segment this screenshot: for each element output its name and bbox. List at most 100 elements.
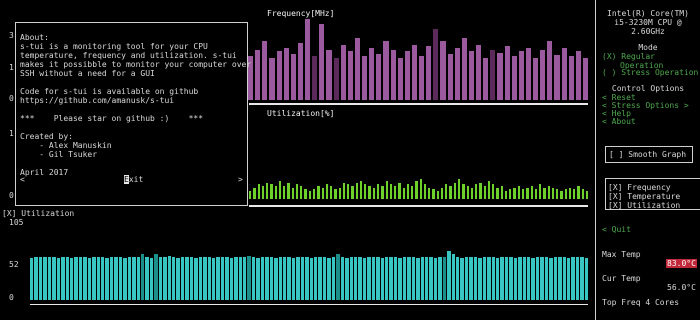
bottom-util-bar [220,256,225,300]
bottom-util-bar [358,257,362,300]
util-bar [295,184,299,199]
temperature-checkbox[interactable]: [X] Temperature [608,192,680,201]
cur-temp-label: Cur Temp [602,274,641,283]
bottom-y-min: 0 [9,293,14,302]
bottom-graph-baseline [30,304,588,305]
about-line: Created by: [20,132,73,141]
utilization-side-checkbox[interactable]: [X] Utilization [608,201,680,210]
about-line: makes it possibble to monitor your compu… [20,60,252,69]
freq-bar [269,58,275,100]
bottom-util-bar [482,257,487,300]
bottom-util-bar [207,257,211,300]
bottom-util-bar [65,257,69,300]
util-bar [249,190,252,199]
bottom-util-bar [553,257,558,300]
bottom-util-bar [353,256,358,300]
bottom-util-bar [584,258,589,300]
bottom-util-bar [52,257,56,300]
freq-bar [582,58,588,100]
util-bar [419,179,422,199]
util-bar [347,184,350,199]
bottom-util-bar [229,258,234,300]
bottom-util-bar [380,258,384,300]
freq-bar [347,51,353,100]
bottom-util-bar [251,257,256,300]
freq-bar [397,58,403,100]
util-bar [351,185,354,199]
util-bar [274,185,277,199]
cpu-name-line1: Intel(R) Core(TM) [607,9,689,18]
bottom-util-bar [509,257,513,300]
util-bar [445,184,448,199]
bottom-util-bar [575,256,580,300]
util-bar [325,184,329,199]
bottom-util-bar [371,256,376,300]
smooth-graph-checkbox[interactable]: [ ] Smooth Graph [609,150,686,159]
mode-title: Mode [638,43,658,52]
util-bar [522,189,525,199]
util-bar [406,184,410,199]
bottom-util-bar [411,257,416,300]
quit-button[interactable]: < Quit [602,225,631,234]
util-bar [539,184,542,199]
bottom-util-bar [416,258,420,300]
freq-y-min: 0 [9,94,14,103]
util-bar [266,182,269,199]
bottom-util-bar [558,256,562,300]
bottom-util-bar [314,257,318,300]
cur-temp-value: 56.0°C [667,283,696,292]
bottom-util-bar [83,257,87,300]
exit-button[interactable]: Exit [124,175,143,184]
bottom-util-bar [265,256,269,300]
freq-bar [511,56,517,100]
about-line [20,159,248,168]
about-dialog: About: s-tui is a monitoring tool for you… [15,22,252,206]
util-bar [308,190,311,199]
util-bar [278,180,282,199]
util-bar [492,184,495,199]
freq-bar [362,56,368,100]
util-bar [283,185,286,199]
bottom-util-bar [327,258,331,300]
frequency-checkbox[interactable]: [X] Frequency [608,183,671,192]
bottom-util-bar [478,258,482,300]
freq-bar [276,51,282,100]
bottom-util-bar [43,257,47,300]
bottom-util-bar [38,257,43,300]
util-bar [568,187,572,199]
bottom-util-bar [30,258,34,300]
mode-regular-radio[interactable]: (X) Regular [602,52,655,61]
bottom-util-bar [580,257,584,300]
util-bar [479,182,482,199]
util-bar [428,187,431,199]
bottom-util-bar [247,255,251,300]
bottom-util-bar [167,255,171,300]
bottom-util-bar [234,257,238,300]
bottom-util-bar [447,251,451,300]
cpu-name-line2: i5-3230M CPU @ [614,18,682,27]
bottom-util-bar [172,257,176,300]
freq-graph-baseline [249,103,588,105]
bottom-util-bar [225,257,229,300]
util-bar [342,182,346,199]
bottom-util-bar [504,256,509,300]
bottom-util-bar [176,258,180,300]
bottom-util-bar [123,258,127,300]
utilization-checkbox[interactable]: [X] Utilization [2,209,74,218]
bottom-util-bar [291,258,296,300]
mode-stress-radio[interactable]: ( ) Stress Operation [602,68,698,77]
util-bar [543,187,546,199]
bottom-util-bar [376,257,380,300]
freq-bar [568,56,574,100]
util-graph [249,117,589,199]
bottom-util-bar [331,257,336,300]
max-temp-value: 83.0°C [666,259,697,268]
bottom-y-max: 105 [9,218,24,227]
bottom-util-bar [203,256,207,300]
about-button[interactable]: < About [602,117,636,126]
bottom-util-bar [109,257,114,300]
util-y-max: 1 [9,129,14,138]
freq-bar [426,46,432,100]
bottom-util-bar [296,257,300,300]
util-bar [389,184,393,199]
